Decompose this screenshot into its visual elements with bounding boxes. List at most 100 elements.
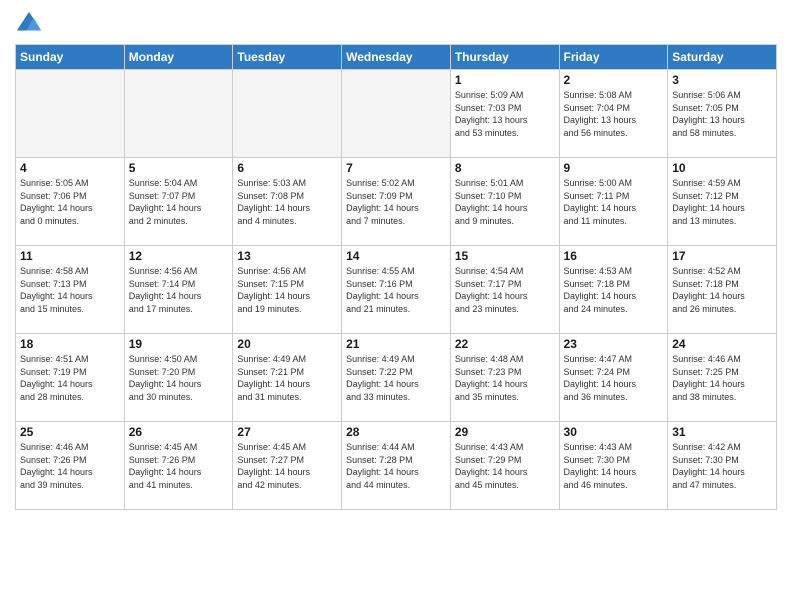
day-cell: 5 Sunrise: 5:04 AM Sunset: 7:07 PM Daylig…: [124, 158, 233, 246]
week-row-1: 1Sunrise: 5:09 AM Sunset: 7:03 PM Daylig…: [16, 70, 777, 158]
day-info: Sunrise: 4:43 AM Sunset: 7:30 PM Dayligh…: [564, 441, 664, 491]
day-number: 24: [672, 337, 772, 351]
day-cell: 27 Sunrise: 4:45 AM Sunset: 7:27 PM Dayli…: [233, 422, 342, 510]
day-number: 6: [237, 161, 337, 175]
day-cell: 10 Sunrise: 4:59 AM Sunset: 7:12 PM Dayli…: [668, 158, 777, 246]
calendar-header: SundayMondayTuesdayWednesdayThursdayFrid…: [16, 45, 777, 70]
day-info: Sunrise: 4:42 AM Sunset: 7:30 PM Dayligh…: [672, 441, 772, 491]
page: SundayMondayTuesdayWednesdayThursdayFrid…: [0, 0, 792, 612]
day-number: 2: [564, 73, 664, 87]
weekday-header-friday: Friday: [559, 45, 668, 70]
day-cell: 18Sunrise: 4:51 AM Sunset: 7:19 PM Dayli…: [16, 334, 125, 422]
day-cell: 14 Sunrise: 4:55 AM Sunset: 7:16 PM Dayli…: [342, 246, 451, 334]
day-info: Sunrise: 5:06 AM Sunset: 7:05 PM Dayligh…: [672, 89, 772, 139]
day-cell: 8Sunrise: 5:01 AM Sunset: 7:10 PM Daylig…: [450, 158, 559, 246]
weekday-header-thursday: Thursday: [450, 45, 559, 70]
day-info: Sunrise: 5:05 AM Sunset: 7:06 PM Dayligh…: [20, 177, 120, 227]
day-cell: 1Sunrise: 5:09 AM Sunset: 7:03 PM Daylig…: [450, 70, 559, 158]
day-number: 4: [20, 161, 120, 175]
day-cell: 19Sunrise: 4:50 AM Sunset: 7:20 PM Dayli…: [124, 334, 233, 422]
day-cell: 7 Sunrise: 5:02 AM Sunset: 7:09 PM Daylig…: [342, 158, 451, 246]
day-cell: [233, 70, 342, 158]
header: [15, 10, 777, 38]
week-row-4: 18Sunrise: 4:51 AM Sunset: 7:19 PM Dayli…: [16, 334, 777, 422]
day-number: 31: [672, 425, 772, 439]
day-cell: 30 Sunrise: 4:43 AM Sunset: 7:30 PM Dayli…: [559, 422, 668, 510]
day-info: Sunrise: 4:59 AM Sunset: 7:12 PM Dayligh…: [672, 177, 772, 227]
day-info: Sunrise: 4:48 AM Sunset: 7:23 PM Dayligh…: [455, 353, 555, 403]
day-number: 15: [455, 249, 555, 263]
logo: [15, 10, 47, 38]
day-info: Sunrise: 4:56 AM Sunset: 7:14 PM Dayligh…: [129, 265, 229, 315]
day-cell: 23Sunrise: 4:47 AM Sunset: 7:24 PM Dayli…: [559, 334, 668, 422]
day-info: Sunrise: 5:08 AM Sunset: 7:04 PM Dayligh…: [564, 89, 664, 139]
day-info: Sunrise: 4:55 AM Sunset: 7:16 PM Dayligh…: [346, 265, 446, 315]
day-info: Sunrise: 4:58 AM Sunset: 7:13 PM Dayligh…: [20, 265, 120, 315]
day-number: 17: [672, 249, 772, 263]
day-cell: [342, 70, 451, 158]
day-info: Sunrise: 4:44 AM Sunset: 7:28 PM Dayligh…: [346, 441, 446, 491]
day-info: Sunrise: 4:52 AM Sunset: 7:18 PM Dayligh…: [672, 265, 772, 315]
day-cell: 2 Sunrise: 5:08 AM Sunset: 7:04 PM Daylig…: [559, 70, 668, 158]
day-number: 7: [346, 161, 446, 175]
day-cell: 9 Sunrise: 5:00 AM Sunset: 7:11 PM Daylig…: [559, 158, 668, 246]
day-number: 25: [20, 425, 120, 439]
day-cell: 31 Sunrise: 4:42 AM Sunset: 7:30 PM Dayli…: [668, 422, 777, 510]
day-info: Sunrise: 5:03 AM Sunset: 7:08 PM Dayligh…: [237, 177, 337, 227]
day-cell: [16, 70, 125, 158]
day-info: Sunrise: 4:46 AM Sunset: 7:25 PM Dayligh…: [672, 353, 772, 403]
week-row-2: 4 Sunrise: 5:05 AM Sunset: 7:06 PM Daylig…: [16, 158, 777, 246]
day-cell: 29 Sunrise: 4:43 AM Sunset: 7:29 PM Dayli…: [450, 422, 559, 510]
day-cell: 17 Sunrise: 4:52 AM Sunset: 7:18 PM Dayli…: [668, 246, 777, 334]
day-cell: 12 Sunrise: 4:56 AM Sunset: 7:14 PM Dayli…: [124, 246, 233, 334]
day-cell: 3 Sunrise: 5:06 AM Sunset: 7:05 PM Daylig…: [668, 70, 777, 158]
day-info: Sunrise: 4:45 AM Sunset: 7:27 PM Dayligh…: [237, 441, 337, 491]
day-cell: [124, 70, 233, 158]
day-number: 9: [564, 161, 664, 175]
day-info: Sunrise: 5:02 AM Sunset: 7:09 PM Dayligh…: [346, 177, 446, 227]
day-info: Sunrise: 4:45 AM Sunset: 7:26 PM Dayligh…: [129, 441, 229, 491]
day-number: 28: [346, 425, 446, 439]
calendar-body: 1Sunrise: 5:09 AM Sunset: 7:03 PM Daylig…: [16, 70, 777, 510]
calendar: SundayMondayTuesdayWednesdayThursdayFrid…: [15, 44, 777, 510]
day-number: 14: [346, 249, 446, 263]
day-number: 18: [20, 337, 120, 351]
day-cell: 15Sunrise: 4:54 AM Sunset: 7:17 PM Dayli…: [450, 246, 559, 334]
day-number: 22: [455, 337, 555, 351]
day-cell: 22 Sunrise: 4:48 AM Sunset: 7:23 PM Dayli…: [450, 334, 559, 422]
day-cell: 28 Sunrise: 4:44 AM Sunset: 7:28 PM Dayli…: [342, 422, 451, 510]
day-cell: 11 Sunrise: 4:58 AM Sunset: 7:13 PM Dayli…: [16, 246, 125, 334]
day-info: Sunrise: 5:04 AM Sunset: 7:07 PM Dayligh…: [129, 177, 229, 227]
day-cell: 13Sunrise: 4:56 AM Sunset: 7:15 PM Dayli…: [233, 246, 342, 334]
day-number: 30: [564, 425, 664, 439]
day-info: Sunrise: 4:56 AM Sunset: 7:15 PM Dayligh…: [237, 265, 337, 315]
day-cell: 4 Sunrise: 5:05 AM Sunset: 7:06 PM Daylig…: [16, 158, 125, 246]
day-number: 27: [237, 425, 337, 439]
day-cell: 25Sunrise: 4:46 AM Sunset: 7:26 PM Dayli…: [16, 422, 125, 510]
weekday-row: SundayMondayTuesdayWednesdayThursdayFrid…: [16, 45, 777, 70]
day-info: Sunrise: 4:43 AM Sunset: 7:29 PM Dayligh…: [455, 441, 555, 491]
day-cell: 6 Sunrise: 5:03 AM Sunset: 7:08 PM Daylig…: [233, 158, 342, 246]
weekday-header-tuesday: Tuesday: [233, 45, 342, 70]
day-number: 16: [564, 249, 664, 263]
day-number: 26: [129, 425, 229, 439]
day-number: 12: [129, 249, 229, 263]
weekday-header-sunday: Sunday: [16, 45, 125, 70]
day-number: 5: [129, 161, 229, 175]
day-info: Sunrise: 5:00 AM Sunset: 7:11 PM Dayligh…: [564, 177, 664, 227]
generalblue-logo-icon: [15, 10, 43, 38]
weekday-header-saturday: Saturday: [668, 45, 777, 70]
week-row-5: 25Sunrise: 4:46 AM Sunset: 7:26 PM Dayli…: [16, 422, 777, 510]
day-number: 29: [455, 425, 555, 439]
day-info: Sunrise: 4:47 AM Sunset: 7:24 PM Dayligh…: [564, 353, 664, 403]
day-cell: 26 Sunrise: 4:45 AM Sunset: 7:26 PM Dayli…: [124, 422, 233, 510]
weekday-header-monday: Monday: [124, 45, 233, 70]
day-number: 11: [20, 249, 120, 263]
day-number: 10: [672, 161, 772, 175]
day-info: Sunrise: 5:09 AM Sunset: 7:03 PM Dayligh…: [455, 89, 555, 139]
day-number: 21: [346, 337, 446, 351]
day-cell: 24 Sunrise: 4:46 AM Sunset: 7:25 PM Dayli…: [668, 334, 777, 422]
day-number: 3: [672, 73, 772, 87]
day-cell: 20Sunrise: 4:49 AM Sunset: 7:21 PM Dayli…: [233, 334, 342, 422]
day-number: 19: [129, 337, 229, 351]
